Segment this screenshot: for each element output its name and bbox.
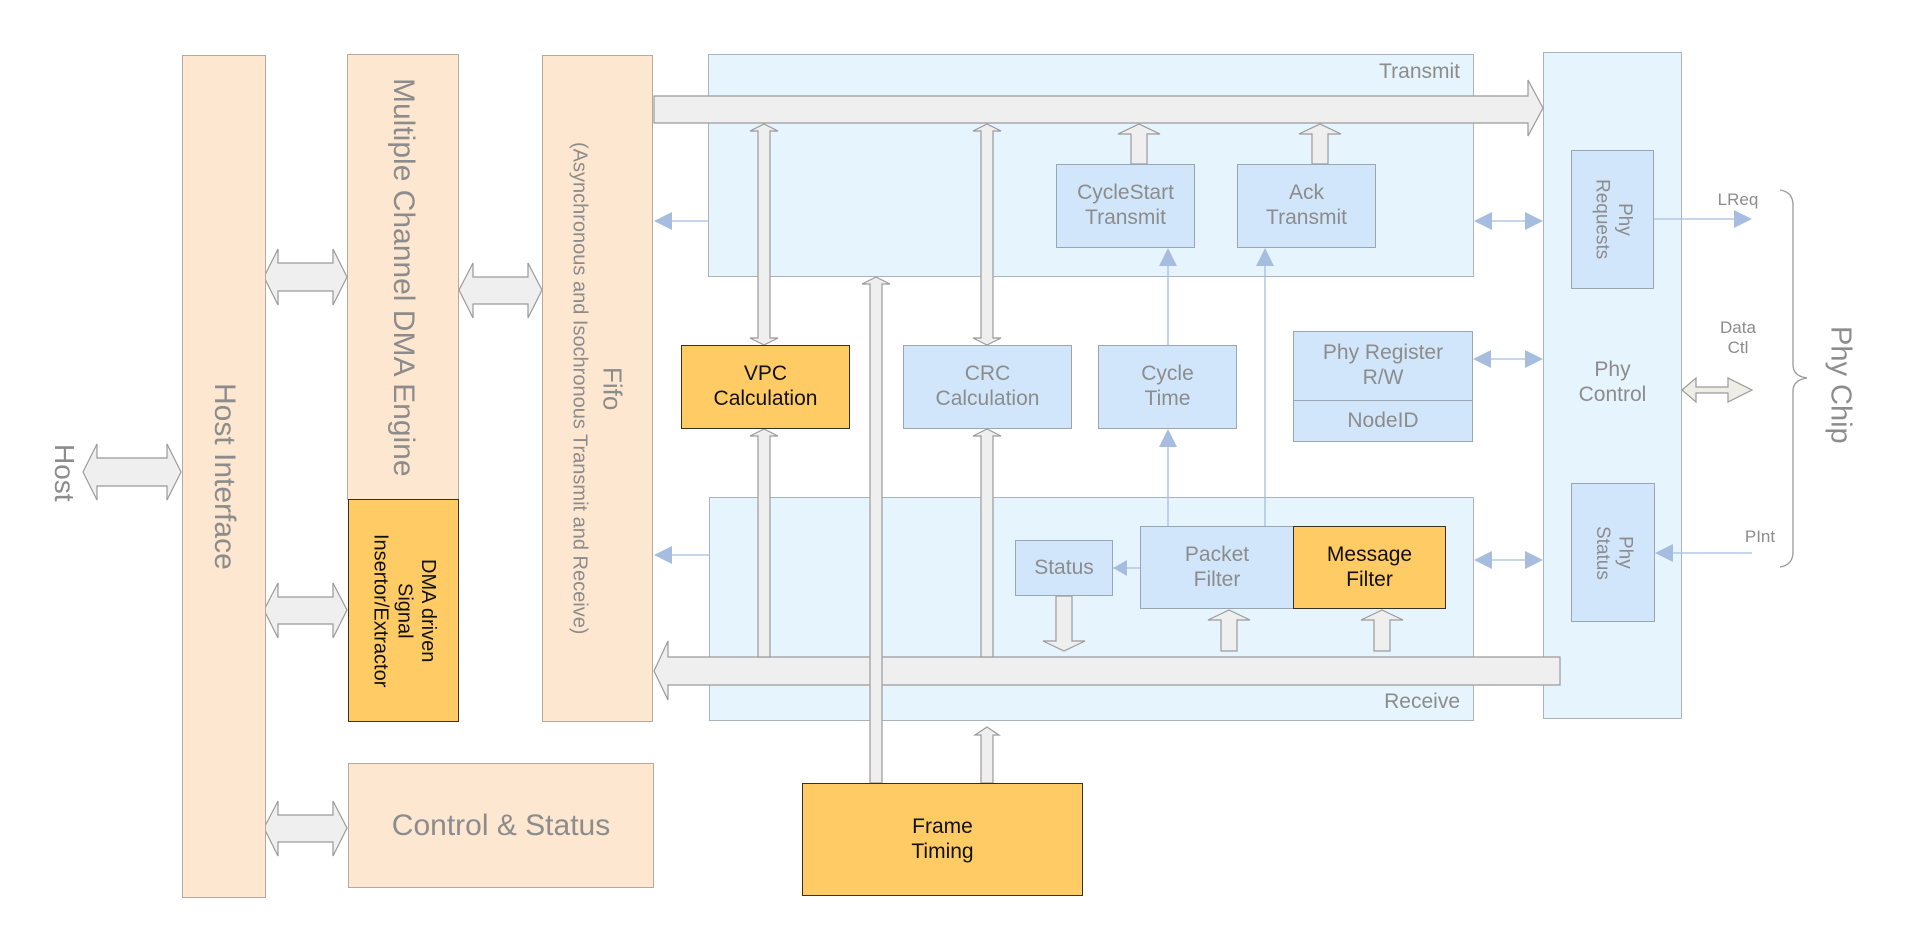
- block-label: DMA driven Signal Insertor/Extractor: [369, 533, 439, 688]
- lreq-arrowhead: [1734, 210, 1752, 228]
- fifo-subtitle: (Asynchronous and Isochronous Transmit a…: [568, 142, 591, 635]
- transmit-phyctl-left-arrowhead: [1474, 212, 1492, 230]
- packetfilter-to-cycletime-arrowhead: [1159, 429, 1177, 447]
- hostif-dma-arrow: [263, 248, 348, 306]
- transmit-label: Transmit: [1379, 60, 1460, 83]
- nodeid-block: NodeID: [1293, 400, 1473, 442]
- packet-filter-block: Packet Filter: [1140, 526, 1294, 609]
- control-status-block: Control & Status: [348, 763, 654, 888]
- frame-timing-receive-arrow: [973, 726, 1001, 784]
- block-label: Multiple Channel DMA Engine: [387, 77, 420, 477]
- phyreg-phyctl-left-arrowhead: [1473, 350, 1491, 368]
- phy-chip-label: Phy Chip: [1818, 320, 1862, 450]
- block-label: Ack Transmit: [1266, 181, 1347, 229]
- receive-phyctl-right-arrowhead: [1525, 551, 1543, 569]
- block-label: Phy Requests: [1591, 179, 1635, 260]
- dma-fifo-arrow: [458, 262, 543, 319]
- transmit-to-fifo-arrowhead: [654, 212, 672, 230]
- crc-calculation-block: CRC Calculation: [903, 345, 1072, 429]
- block-label: Host Interface: [208, 383, 241, 570]
- block-label: Phy Status: [1592, 525, 1636, 580]
- hostif-control-arrow: [263, 800, 348, 857]
- phy-chip-brace: [1779, 189, 1808, 568]
- phy-requests-block: Phy Requests: [1571, 150, 1654, 289]
- block-label: Control & Status: [391, 808, 611, 842]
- status-block: Status: [1015, 540, 1113, 596]
- transmit-phyctl-right-arrowhead: [1525, 212, 1543, 230]
- phy-status-block: Phy Status: [1571, 483, 1655, 622]
- block-label: Frame Timing: [911, 814, 974, 863]
- phy-control-label: Phy Control: [1578, 358, 1647, 406]
- block-label: VPC Calculation: [713, 362, 818, 410]
- fifo-block: Fifo (Asynchronous and Isochronous Trans…: [542, 55, 653, 722]
- ack-transmit-block: Ack Transmit: [1237, 164, 1376, 248]
- dma-signal-insertor-block: DMA driven Signal Insertor/Extractor: [348, 499, 459, 722]
- host-interface-block: Host Interface: [182, 55, 266, 898]
- cyclestart-transmit-block: CycleStart Transmit: [1056, 164, 1195, 248]
- cycle-time-block: Cycle Time: [1098, 345, 1237, 429]
- fifo-title: Fifo: [597, 366, 628, 411]
- hostif-dmasignal-arrow: [263, 582, 348, 639]
- block-label: NodeID: [1347, 409, 1419, 432]
- block-label: Message Filter: [1326, 542, 1413, 591]
- block-label: Status: [1034, 556, 1094, 579]
- receive-label: Receive: [1384, 690, 1460, 713]
- pint-label: PInt: [1744, 527, 1776, 546]
- block-label: CycleStart Transmit: [1077, 181, 1174, 229]
- block-label: Phy Chip: [1824, 326, 1857, 444]
- block-label: Cycle Time: [1141, 362, 1194, 410]
- block-label: CRC Calculation: [935, 362, 1040, 410]
- lreq-label: LReq: [1717, 190, 1759, 209]
- frame-timing-block: Frame Timing: [802, 783, 1083, 896]
- receive-to-fifo-arrowhead: [654, 546, 672, 564]
- host-link-arrow: [82, 443, 182, 501]
- block-label: Host: [49, 444, 80, 502]
- message-filter-block: Message Filter: [1293, 526, 1446, 609]
- vpc-calculation-block: VPC Calculation: [681, 345, 850, 429]
- host-label: Host: [46, 440, 82, 506]
- block-label: Packet Filter: [1184, 542, 1250, 591]
- data-ctl-arrow: [1681, 376, 1754, 404]
- data-ctl-label: Data Ctl: [1720, 318, 1756, 358]
- dma-engine-block: Multiple Channel DMA Engine: [347, 54, 459, 500]
- phyreg-phyctl-right-arrowhead: [1525, 350, 1543, 368]
- phy-register-block: Phy Register R/W: [1293, 331, 1473, 401]
- block-label: Phy Register R/W: [1322, 341, 1444, 389]
- receive-phyctl-left-arrowhead: [1474, 551, 1492, 569]
